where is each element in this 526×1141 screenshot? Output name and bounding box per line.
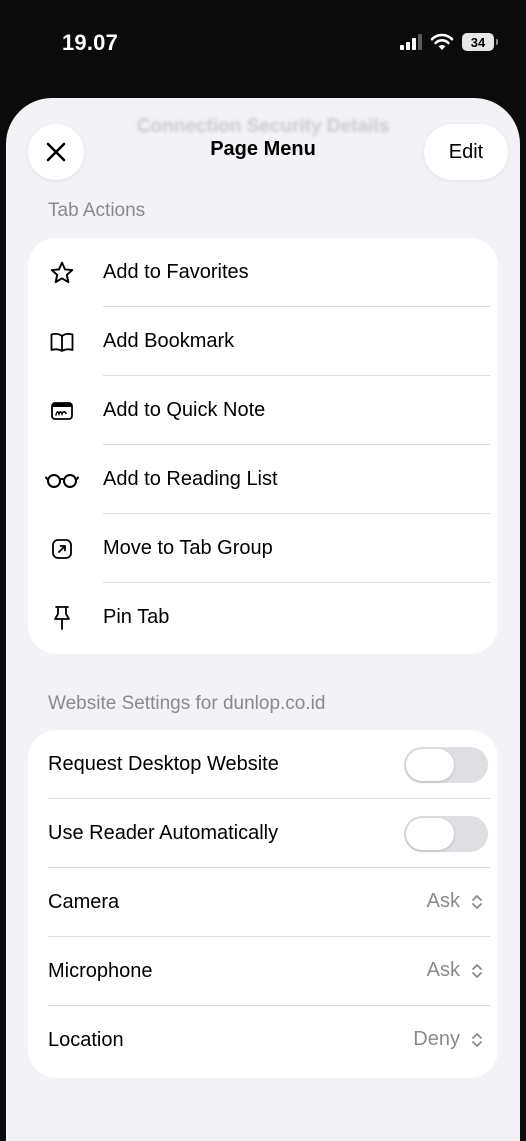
add-to-favorites-label: Add to Favorites (103, 261, 249, 283)
add-bookmark-row[interactable]: Add Bookmark (28, 307, 498, 376)
close-button[interactable] (28, 124, 84, 180)
status-icons: 34 (400, 30, 498, 54)
microphone-label: Microphone (48, 960, 153, 982)
chevron-up-down-icon (470, 892, 484, 912)
glasses-icon (44, 466, 80, 494)
book-icon (48, 328, 76, 356)
camera-row: Camera Ask (28, 868, 498, 937)
tab-group-icon (48, 535, 76, 563)
website-settings-header: Website Settings for dunlop.co.id (48, 693, 326, 714)
close-icon (46, 142, 66, 162)
toggle-knob (406, 749, 454, 781)
move-to-tab-group-label: Move to Tab Group (103, 537, 273, 559)
wifi-icon (430, 33, 454, 50)
add-to-quick-note-row[interactable]: Add to Quick Note (28, 376, 498, 445)
location-permission-value: Deny (413, 1028, 460, 1050)
tab-actions-header: Tab Actions (48, 200, 146, 221)
microphone-row: Microphone Ask (28, 937, 498, 1006)
tab-actions-card: Add to Favorites Add Bookmark Add to Qui… (28, 238, 498, 654)
microphone-permission-value: Ask (426, 959, 460, 981)
use-reader-automatically-toggle[interactable] (404, 816, 488, 852)
request-desktop-website-label: Request Desktop Website (48, 753, 279, 775)
add-to-quick-note-label: Add to Quick Note (103, 399, 266, 421)
chevron-up-down-icon (470, 961, 484, 981)
request-desktop-website-row: Request Desktop Website (28, 730, 498, 799)
chevron-up-down-icon (470, 1030, 484, 1050)
quick-note-icon (48, 397, 76, 425)
camera-label: Camera (48, 891, 120, 913)
use-reader-automatically-label: Use Reader Automatically (48, 822, 279, 844)
page-menu-sheet: Connection Security Details Page Menu Ed… (6, 98, 520, 1141)
status-time: 19.07 (62, 30, 119, 55)
camera-permission-value: Ask (426, 890, 460, 912)
toggle-knob (406, 818, 454, 850)
request-desktop-website-toggle[interactable] (404, 747, 488, 783)
use-reader-automatically-row: Use Reader Automatically (28, 799, 498, 868)
website-settings-card: Request Desktop Website Use Reader Autom… (28, 730, 498, 1078)
pin-tab-row[interactable]: Pin Tab (28, 583, 498, 652)
microphone-permission-picker[interactable]: Ask (427, 959, 484, 982)
pin-tab-label: Pin Tab (103, 606, 170, 628)
location-row: Location Deny (28, 1006, 498, 1075)
add-bookmark-label: Add Bookmark (103, 330, 235, 352)
location-permission-picker[interactable]: Deny (413, 1028, 484, 1051)
camera-permission-picker[interactable]: Ask (427, 890, 484, 913)
add-to-reading-list-label: Add to Reading List (103, 468, 278, 490)
location-label: Location (48, 1029, 124, 1051)
status-bar: 19.07 34 (0, 0, 526, 80)
add-to-reading-list-row[interactable]: Add to Reading List (28, 445, 498, 514)
battery-icon: 34 (462, 33, 498, 51)
move-to-tab-group-row[interactable]: Move to Tab Group (28, 514, 498, 583)
pin-icon (48, 604, 76, 632)
add-to-favorites-row[interactable]: Add to Favorites (28, 238, 498, 307)
cellular-signal-icon (400, 34, 422, 50)
edit-button[interactable]: Edit (424, 124, 508, 180)
star-icon (48, 259, 76, 287)
